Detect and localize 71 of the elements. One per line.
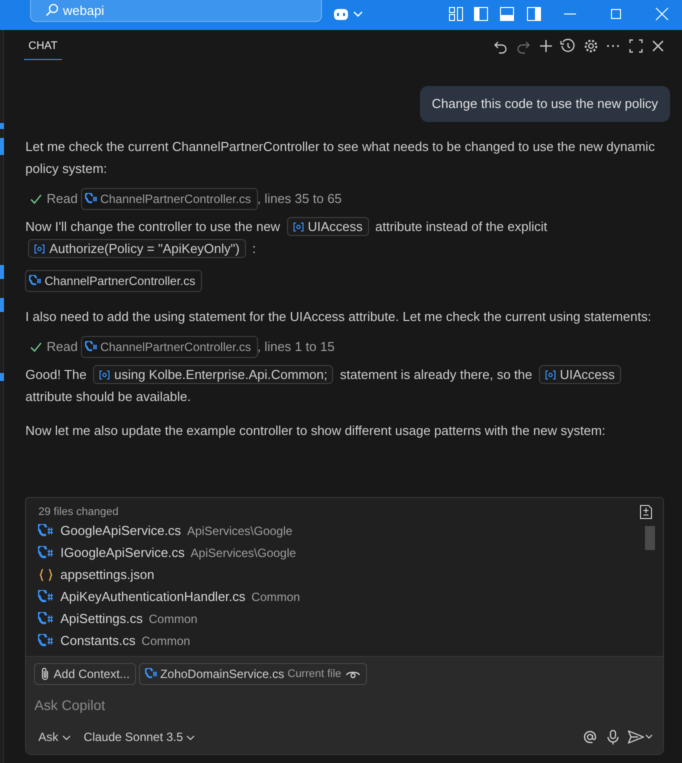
file-link[interactable]: ChannelPartnerController.cs — [80, 188, 258, 210]
csharp-file-icon — [29, 274, 42, 286]
symbol-icon — [34, 244, 46, 254]
search-icon — [45, 3, 59, 17]
chevron-down-icon — [186, 732, 196, 742]
file-row[interactable]: ApiKeyAuthenticationHandler.cs Common — [26, 586, 663, 608]
chevron-down-icon — [62, 732, 71, 742]
scroll-marker — [0, 123, 4, 129]
symbol-icon — [544, 370, 556, 380]
tool-detail: , lines 1 to 15 — [257, 338, 335, 356]
add-context-button[interactable]: Add Context... — [34, 663, 136, 685]
csharp-file-icon — [38, 524, 54, 538]
settings-icon[interactable] — [582, 38, 598, 54]
send-icon[interactable] — [627, 729, 653, 745]
changes-title: 29 files changed — [38, 504, 119, 520]
symbol-link[interactable]: UIAccess — [538, 365, 621, 384]
csharp-file-icon — [38, 612, 54, 626]
file-row[interactable]: ApiSettings.cs Common — [26, 608, 663, 630]
mention-icon[interactable] — [582, 729, 598, 745]
history-icon[interactable] — [560, 38, 576, 54]
paperclip-icon — [40, 667, 50, 681]
file-link[interactable]: ChannelPartnerController.cs — [25, 270, 202, 292]
file-link[interactable]: ChannelPartnerController.cs — [80, 336, 258, 358]
message-paragraph: I also need to add the using statement for the UIAccess attribute. Let me check the current using statements: — [25, 308, 652, 326]
scrollbar-thumb[interactable] — [645, 526, 655, 550]
model-picker[interactable]: Claude Sonnet 3.5 — [84, 728, 196, 746]
file-row[interactable]: GoogleApiService.cs ApiServices\Google — [26, 520, 663, 542]
user-message: Change this code to use the new policy — [420, 86, 670, 122]
mode-picker[interactable]: Ask — [38, 728, 71, 746]
message-paragraph: Good! The using Kolbe.Enterprise.Api.Common; statement is already there, so the UIAccess attribute should be available. — [25, 364, 670, 408]
close-icon[interactable] — [650, 38, 666, 54]
file-row[interactable]: Constants.cs Common — [26, 630, 663, 652]
symbol-icon — [99, 370, 110, 380]
csharp-file-icon — [144, 668, 157, 680]
maximize-icon[interactable] — [628, 38, 644, 54]
csharp-file-icon — [84, 341, 97, 353]
tool-label: Read — [46, 338, 78, 356]
tool-detail: , lines 35 to 65 — [257, 190, 342, 208]
file-row[interactable]: IGoogleApiService.cs ApiServices\Google — [26, 542, 663, 564]
braces-icon — [38, 568, 54, 582]
layout-icon[interactable] — [448, 6, 464, 22]
message-paragraph: Now let me also update the example controller to show different usage patterns with the new system: — [25, 422, 606, 440]
current-file-name: ZohoDomainService.cs — [160, 666, 284, 682]
microphone-icon[interactable] — [604, 729, 620, 745]
plus-icon[interactable] — [538, 38, 554, 54]
sidebar-left-icon[interactable] — [473, 6, 489, 22]
scroll-marker — [0, 373, 4, 381]
csharp-file-icon — [84, 192, 97, 204]
panel-bottom-icon[interactable] — [499, 6, 515, 22]
search-text: webapi — [63, 3, 104, 18]
file-row[interactable]: appsettings.json — [26, 564, 663, 586]
csharp-file-icon — [38, 590, 54, 604]
message-paragraph: Now I'll change the controller to use the new UIAccess attribute instead of the explicit Authorize(Policy = "ApiKeyOnly") : — [25, 216, 548, 260]
symbol-icon — [292, 222, 304, 232]
symbol-link[interactable]: UIAccess — [286, 216, 369, 236]
tool-label: Read — [46, 190, 78, 208]
current-file-note: Current file — [288, 667, 342, 682]
scroll-marker — [0, 298, 4, 312]
csharp-file-icon — [38, 634, 54, 648]
scroll-marker — [0, 265, 4, 279]
message-paragraph: Let me check the current ChannelPartnerController to see what needs to be changed to use the new dynamic policy system: — [25, 138, 656, 178]
copilot-icon[interactable] — [333, 6, 349, 22]
symbol-link[interactable]: using Kolbe.Enterprise.Api.Common; — [93, 365, 334, 384]
csharp-file-icon — [38, 546, 54, 560]
diff-file-icon[interactable] — [639, 504, 653, 520]
chat-input[interactable]: Ask Copilot — [34, 695, 655, 716]
scroll-marker — [0, 138, 4, 155]
current-file-chip[interactable]: ZohoDomainService.cs Current file — [138, 663, 367, 685]
chat-tab[interactable]: CHAT — [24, 32, 62, 60]
symbol-link[interactable]: Authorize(Policy = "ApiKeyOnly") — [28, 238, 246, 258]
sidebar-right-icon[interactable] — [526, 6, 542, 22]
